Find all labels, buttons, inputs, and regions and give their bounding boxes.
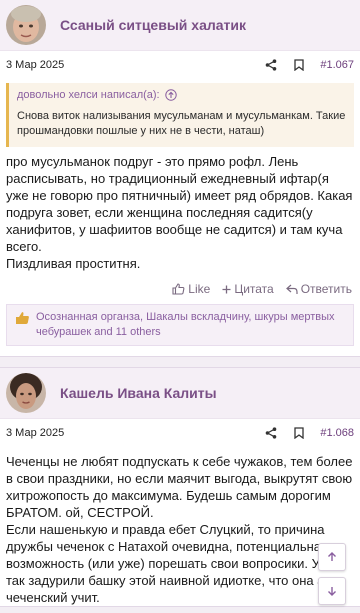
post-meta: 3 Мар 2025 #1.067 bbox=[0, 50, 360, 79]
post-meta: 3 Мар 2025 #1.068 bbox=[0, 418, 360, 447]
scroll-up-button[interactable] bbox=[318, 543, 346, 571]
post-author[interactable]: Ссаный ситцевый халатик bbox=[60, 17, 246, 33]
post-body: про мусульманок подруг - это прямо рофл.… bbox=[0, 153, 360, 272]
post-1067: Ссаный ситцевый халатик 3 Мар 2025 #1.06… bbox=[0, 0, 360, 357]
post-separator bbox=[0, 357, 360, 367]
avatar[interactable] bbox=[6, 373, 46, 413]
scroll-down-button[interactable] bbox=[318, 577, 346, 605]
thumbs-up-icon bbox=[15, 310, 30, 340]
arrow-up-circle-icon[interactable] bbox=[164, 89, 177, 101]
post-header: Кашель Ивана Калиты bbox=[0, 368, 360, 418]
post-paragraph: Пиздливая проститня. bbox=[6, 256, 141, 271]
avatar[interactable] bbox=[6, 5, 46, 45]
like-label: Like bbox=[188, 282, 211, 296]
reply-icon bbox=[285, 284, 298, 294]
like-button[interactable]: Like bbox=[172, 282, 210, 296]
quote-label: Цитата bbox=[234, 282, 274, 296]
reply-button[interactable]: Ответить bbox=[285, 282, 352, 296]
likes-bar: Осознанная органза, Шакалы вскладчину, ш… bbox=[6, 304, 354, 346]
chevron-up-icon bbox=[328, 552, 336, 561]
scroll-buttons bbox=[318, 543, 346, 605]
likes-list[interactable]: Осознанная органза, Шакалы вскладчину, ш… bbox=[36, 310, 345, 340]
post-header: Ссаный ситцевый халатик bbox=[0, 0, 360, 50]
share-icon[interactable] bbox=[260, 59, 282, 71]
post-number[interactable]: #1.068 bbox=[320, 427, 354, 439]
post-paragraph: Если нашенькую и правда ебет Слуцкий, то… bbox=[6, 522, 336, 605]
bookmark-icon[interactable] bbox=[288, 427, 310, 439]
chevron-down-icon bbox=[328, 587, 336, 596]
quote-text: Снова виток нализывания мусульманам и му… bbox=[17, 110, 346, 137]
reply-label: Ответить bbox=[300, 282, 352, 296]
quote-button[interactable]: Цитата bbox=[222, 282, 274, 296]
post-paragraph: Чеченцы не любят подпускать к себе чужак… bbox=[6, 454, 353, 520]
post-number[interactable]: #1.067 bbox=[320, 59, 354, 71]
quote-author-label: довольно хелси написал(а): bbox=[17, 89, 160, 101]
post-date[interactable]: 3 Мар 2025 bbox=[6, 59, 64, 71]
plus-icon bbox=[222, 285, 231, 293]
share-icon[interactable] bbox=[260, 427, 282, 439]
post-actions: Like Цитата Ответить bbox=[0, 272, 360, 302]
post-body: Чеченцы не любят подпускать к себе чужак… bbox=[0, 447, 360, 606]
quote-block: довольно хелси написал(а): Снова виток н… bbox=[6, 83, 354, 147]
bookmark-icon[interactable] bbox=[288, 59, 310, 71]
post-author[interactable]: Кашель Ивана Калиты bbox=[60, 385, 217, 401]
post-paragraph: про мусульманок подруг - это прямо рофл.… bbox=[6, 154, 353, 254]
post-1068: Кашель Ивана Калиты 3 Мар 2025 #1.068 Че… bbox=[0, 367, 360, 607]
post-date[interactable]: 3 Мар 2025 bbox=[6, 427, 64, 439]
thumbs-up-icon bbox=[172, 283, 185, 295]
quote-header[interactable]: довольно хелси написал(а): bbox=[17, 89, 346, 101]
